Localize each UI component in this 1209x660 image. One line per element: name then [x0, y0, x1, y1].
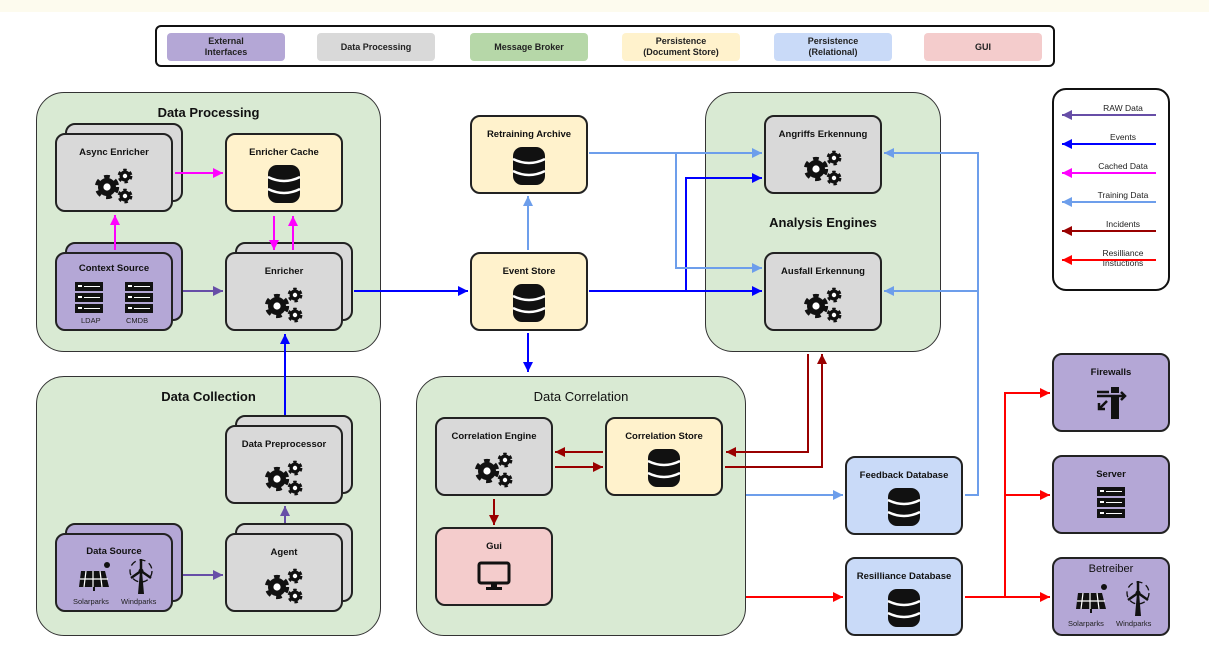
- arrowhead: [1040, 388, 1050, 398]
- arrowhead: [1062, 110, 1072, 120]
- arrowhead: [752, 286, 762, 296]
- arrowhead: [726, 447, 736, 457]
- arrowhead: [884, 286, 894, 296]
- arrowhead: [752, 263, 762, 273]
- arrowhead: [458, 286, 468, 296]
- arrow-archive-to-ausfall: [675, 153, 762, 269]
- arrow-analysis-to-store: [726, 354, 809, 453]
- arrowhead: [1062, 197, 1072, 207]
- arrow-eventstore-to-angriffs: [685, 177, 762, 291]
- arrowhead: [752, 148, 762, 158]
- arrow-feedback-to-angriffs: [884, 152, 979, 496]
- arrowhead: [280, 506, 290, 516]
- arrowhead: [833, 490, 843, 500]
- arrowhead: [213, 286, 223, 296]
- arrowhead: [213, 570, 223, 580]
- arrowhead: [555, 447, 565, 457]
- arrowhead: [280, 334, 290, 344]
- arrowhead: [110, 215, 120, 225]
- arrowhead: [884, 148, 894, 158]
- arrowhead: [269, 240, 279, 250]
- arrowhead: [752, 173, 762, 183]
- arrowhead: [288, 216, 298, 226]
- arrowhead: [523, 196, 533, 206]
- arrowhead: [1062, 168, 1072, 178]
- arrowhead: [1062, 255, 1072, 265]
- arrowhead: [1040, 592, 1050, 602]
- arrowhead: [833, 592, 843, 602]
- arrowhead: [1040, 490, 1050, 500]
- arrowhead: [489, 515, 499, 525]
- arrowhead: [593, 462, 603, 472]
- arrowhead: [817, 354, 827, 364]
- arrowhead: [213, 168, 223, 178]
- connections: [110, 110, 1156, 602]
- arrowhead: [1062, 226, 1072, 236]
- arrowhead: [1062, 139, 1072, 149]
- arrowhead: [523, 362, 533, 372]
